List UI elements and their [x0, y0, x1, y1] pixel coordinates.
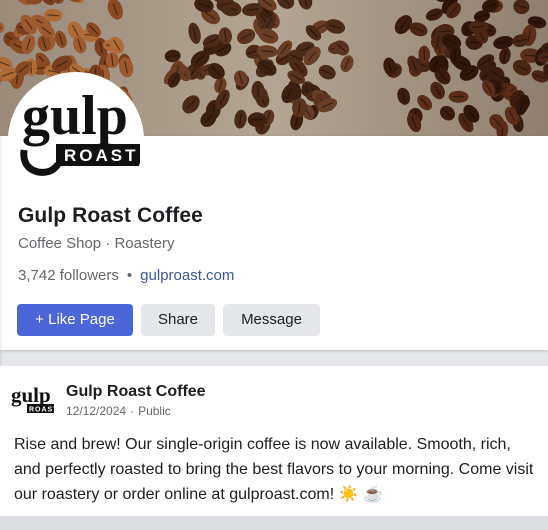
message-button[interactable]: Message	[223, 304, 320, 336]
post-author-name[interactable]: Gulp Roast Coffee	[66, 383, 206, 401]
coffee-bean-crease	[257, 84, 260, 97]
post-body: Rise and brew! Our single-origin coffee …	[14, 436, 534, 503]
coffee-bean-crease	[472, 25, 485, 28]
svg-text:gulp: gulp	[11, 383, 51, 407]
followers-count: 3,742 followers	[18, 267, 119, 284]
website-link[interactable]: gulproast.com	[140, 267, 234, 284]
coffee-bean-crease	[524, 54, 537, 57]
meta-separator: •	[126, 267, 133, 284]
page-avatar[interactable]: gulp ROAST	[8, 72, 144, 208]
post-author-avatar[interactable]: gulp ROAST	[10, 383, 56, 417]
gulp-roast-logo-small-icon: gulp ROAST	[11, 383, 56, 414]
share-button[interactable]: Share	[141, 304, 215, 336]
next-post-edge	[0, 516, 548, 530]
coffee-bean-crease	[438, 30, 452, 33]
page-meta: 3,742 followers • gulproast.com	[18, 267, 234, 284]
facebook-page: gulp ROAST Gulp Roast Coffee Coffee Shop…	[0, 0, 548, 530]
page-title: Gulp Roast Coffee	[18, 204, 203, 227]
svg-text:gulp: gulp	[22, 85, 128, 147]
coffee-bean-crease	[0, 26, 2, 29]
post-visibility: Public	[138, 404, 171, 418]
svg-text:ROAST: ROAST	[64, 146, 139, 165]
gulp-roast-logo-icon: gulp ROAST	[8, 72, 144, 208]
post-date[interactable]: 12/12/2024	[66, 404, 126, 418]
page-category: Coffee Shop · Roastery	[18, 235, 175, 252]
like-page-button[interactable]: + Like Page	[17, 304, 133, 336]
post-meta: 12/12/2024 · Public	[66, 404, 171, 418]
post-meta-separator: ·	[130, 404, 135, 418]
svg-text:ROAST: ROAST	[29, 407, 56, 414]
